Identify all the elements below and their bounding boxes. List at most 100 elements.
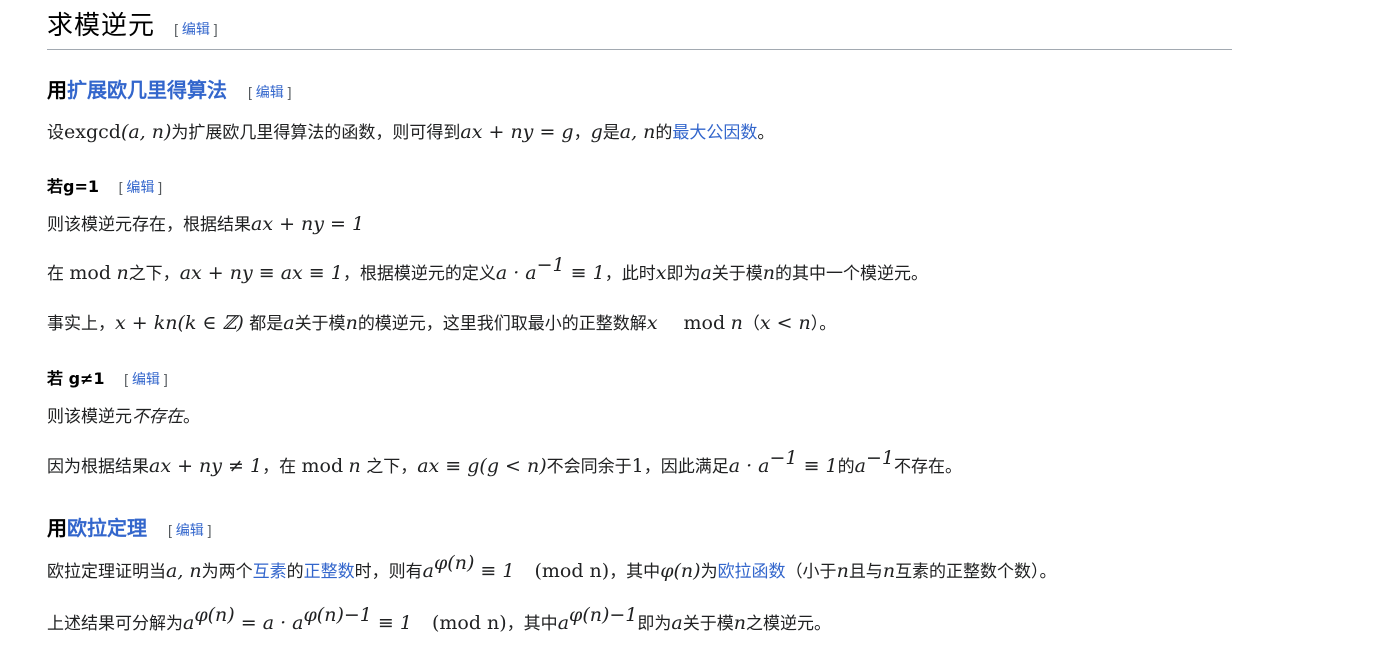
math: n: [730, 312, 743, 334]
text: 即为: [666, 264, 701, 284]
text: 为扩展欧几里得算法的函数，则可得到: [171, 123, 461, 143]
text: 且与: [848, 562, 883, 582]
text: 关于模: [711, 264, 763, 284]
section-heading: 求模逆元 [ 编辑 ]: [47, 8, 1232, 50]
extgcd-link[interactable]: 扩展欧几里得算法: [67, 78, 227, 102]
text: ，因此满足: [643, 457, 729, 477]
math: a: [700, 262, 712, 284]
text: 。: [757, 123, 775, 143]
text: 事实上，: [47, 314, 115, 334]
text: （: [742, 314, 760, 334]
text: 之下，: [128, 264, 180, 284]
math: ≡ 1: [474, 560, 515, 582]
math: ax + ny ≡ ax ≡ 1: [179, 262, 343, 284]
text: （小于: [785, 562, 837, 582]
math: n: [762, 262, 776, 284]
math: a · a: [728, 455, 770, 477]
math: x: [646, 312, 658, 334]
text: 的模逆元，这里我们取最小的正整数解: [357, 314, 647, 334]
paragraph: 事实上，x + kn(k ∈ ℤ) 都是a关于模n的模逆元，这里我们取最小的正整…: [47, 309, 836, 334]
math: a · a: [495, 262, 537, 284]
emphasis-text: 不存在: [132, 407, 183, 427]
text: 则该模逆元: [47, 407, 132, 427]
text: 的: [655, 123, 673, 143]
math: x < n: [759, 312, 811, 334]
math: mod: [301, 455, 344, 477]
text: 的其中一个模逆元。: [775, 264, 929, 284]
coprime-link[interactable]: 互素: [253, 562, 287, 582]
gcd-link[interactable]: 最大公因数: [672, 123, 757, 143]
math: a: [183, 612, 195, 634]
math: = a · a: [234, 612, 304, 634]
math: 1: [631, 455, 644, 477]
text: ，: [573, 123, 591, 143]
edit-section: [ 编辑 ]: [118, 179, 163, 195]
math: (a, n): [120, 121, 172, 143]
math: ax + ny = 1: [251, 213, 365, 235]
text: 上述结果可分解为: [47, 614, 183, 634]
math: n: [733, 612, 746, 634]
math-superscript: φ(n): [433, 552, 475, 574]
math: φ(n): [660, 560, 701, 582]
math: a: [557, 612, 570, 634]
paragraph: 则该模逆元不存在。: [47, 402, 200, 427]
text: 则该模逆元存在，根据结果: [47, 215, 251, 235]
math: mod: [69, 262, 112, 284]
text: 为两个: [201, 562, 253, 582]
text: 不会同余于: [546, 457, 632, 477]
paragraph: 在 mod n之下，ax + ny ≡ ax ≡ 1，根据模逆元的定义a · a…: [47, 256, 929, 285]
subsubsection-heading-g-eq-1: 若g=1 [ 编辑 ]: [47, 173, 162, 197]
paragraph: 欧拉定理证明当a, n为两个互素的正整数时，则有aφ(n) ≡ 1 (mod n)…: [47, 554, 1057, 583]
heading-text: 若g=1: [47, 177, 99, 196]
math: ≡ 1: [371, 612, 412, 634]
edit-section: [ 编辑 ]: [167, 522, 212, 538]
edit-link[interactable]: 编辑: [176, 522, 204, 538]
math: a, n: [619, 121, 656, 143]
math-superscript: −1: [769, 447, 798, 469]
edit-section: [ 编辑 ]: [124, 371, 168, 387]
edit-link[interactable]: 编辑: [126, 179, 154, 195]
text: ，其中: [506, 614, 558, 634]
euler-function-link[interactable]: 欧拉函数: [718, 562, 786, 582]
math: (mod n): [534, 560, 610, 582]
heading-text: 若 g≠1: [47, 369, 105, 388]
section-title: 求模逆元: [47, 11, 156, 41]
text: 在: [47, 264, 70, 284]
edit-link[interactable]: 编辑: [132, 371, 160, 387]
math: n: [882, 560, 896, 582]
edit-section: [ 编辑 ]: [247, 84, 292, 100]
math-superscript: φ(n)−1: [303, 604, 372, 626]
text: 互素的正整数个数）。: [895, 562, 1057, 582]
text: ，在: [262, 457, 302, 477]
text: 。: [183, 407, 200, 427]
positive-integer-link[interactable]: 正整数: [304, 562, 355, 582]
heading-prefix: 用: [47, 516, 67, 540]
text: 即为: [637, 614, 672, 634]
math: n: [836, 560, 849, 582]
text: ）。: [810, 314, 837, 334]
math: ≡ 1: [797, 455, 838, 477]
text: 关于模: [682, 614, 734, 634]
text: 设: [47, 123, 64, 143]
euler-theorem-link[interactable]: 欧拉定理: [67, 516, 147, 540]
math: ax + ny = g: [460, 121, 574, 143]
edit-link[interactable]: 编辑: [182, 21, 210, 37]
math: x: [655, 262, 667, 284]
math-superscript: φ(n): [194, 604, 235, 626]
text: 关于模: [294, 314, 346, 334]
math: a: [283, 312, 295, 334]
subsubsection-heading-g-neq-1: 若 g≠1 [ 编辑 ]: [47, 365, 168, 389]
paragraph: 上述结果可分解为aφ(n) = a · aφ(n)−1 ≡ 1 (mod n)，其…: [47, 606, 831, 635]
text: 不存在。: [893, 457, 962, 477]
text: 的: [837, 457, 855, 477]
math-superscript: φ(n)−1: [569, 604, 638, 626]
text: 之模逆元。: [745, 614, 831, 634]
text: ，其中: [609, 562, 661, 582]
math: a: [422, 560, 434, 582]
edit-link[interactable]: 编辑: [256, 84, 284, 100]
paragraph: 设exgcd(a, n)为扩展欧几里得算法的函数，则可得到ax + ny = g…: [47, 118, 774, 143]
math: ax + ny ≠ 1: [149, 455, 263, 477]
math: a: [854, 455, 866, 477]
paragraph: 则该模逆元存在，根据结果ax + ny = 1: [47, 210, 364, 235]
math: n: [345, 312, 358, 334]
